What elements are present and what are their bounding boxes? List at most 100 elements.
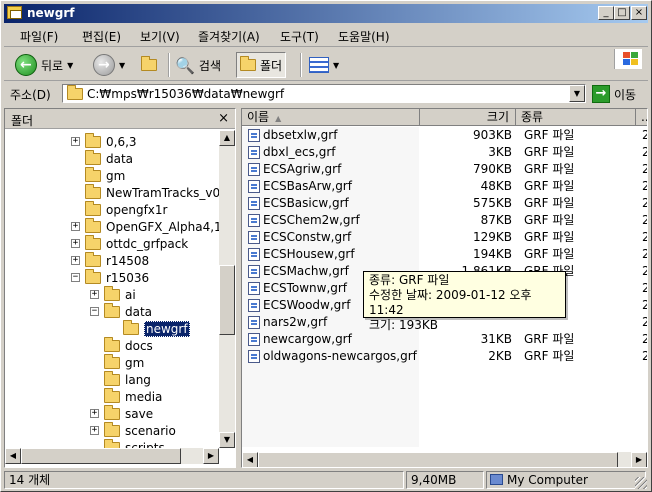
scroll-thumb[interactable] xyxy=(21,448,181,464)
expand-toggle[interactable]: − xyxy=(71,273,80,282)
tree-item[interactable]: − r15036 xyxy=(71,268,149,286)
scroll-right-icon[interactable]: ▶ xyxy=(203,448,219,464)
tree-item[interactable]: + ottdc_grfpack xyxy=(71,234,188,252)
folder-icon xyxy=(104,285,120,301)
menu-view[interactable]: 보기(V) xyxy=(140,28,180,45)
tree-item[interactable]: NewTramTracks_v0 xyxy=(85,183,219,201)
menu-file[interactable]: 파일(F) xyxy=(20,28,58,45)
file-name: newcargow,grf xyxy=(263,332,352,346)
file-row[interactable]: dbsetxlw,grf 903KB GRF 파일 2 xyxy=(242,127,647,144)
back-button[interactable]: ← 뒤로 ▼ xyxy=(12,52,76,78)
file-date: 2 xyxy=(642,297,647,314)
back-arrow-icon: ← xyxy=(15,54,37,76)
folder-pane-close-icon[interactable]: × xyxy=(218,111,229,126)
menu-tools[interactable]: 도구(T) xyxy=(280,28,319,45)
folder-icon xyxy=(85,149,101,165)
scroll-left-icon[interactable]: ◀ xyxy=(5,448,21,464)
file-row[interactable]: oldwagons-newcargos,grf 2KB GRF 파일 2 xyxy=(242,348,647,365)
scroll-thumb[interactable] xyxy=(219,265,235,335)
scroll-thumb[interactable] xyxy=(258,452,618,467)
tree-item[interactable]: gm xyxy=(104,353,144,371)
grf-file-icon xyxy=(248,299,260,312)
menu-edit[interactable]: 편집(E) xyxy=(82,28,121,45)
column-type[interactable]: 종류 xyxy=(516,109,636,126)
tree-item[interactable]: docs xyxy=(104,336,153,354)
resize-grip-icon[interactable] xyxy=(635,477,647,489)
folder-horizontal-scrollbar[interactable]: ◀ ▶ xyxy=(5,448,219,464)
expand-toggle[interactable]: + xyxy=(90,426,99,435)
scroll-left-icon[interactable]: ◀ xyxy=(242,452,258,467)
tree-item[interactable]: +0,6,3 xyxy=(71,132,137,150)
tree-item[interactable]: + ai xyxy=(90,285,136,303)
file-row[interactable]: ECSHousew,grf 194KB GRF 파일 2 xyxy=(242,246,647,263)
file-row[interactable]: ECSAgriw,grf 790KB GRF 파일 2 xyxy=(242,161,647,178)
expand-toggle[interactable]: + xyxy=(71,222,80,231)
address-label: 주소(D) xyxy=(10,88,51,102)
forward-dropdown-icon[interactable]: ▼ xyxy=(119,61,125,70)
views-icon xyxy=(309,57,329,73)
tree-item-label: 0,6,3 xyxy=(106,134,137,149)
folder-icon xyxy=(85,234,101,250)
tree-item[interactable]: + OpenGFX_Alpha4,1 xyxy=(71,217,219,235)
tree-item[interactable]: media xyxy=(104,387,162,405)
file-row[interactable]: dbxl_ecs,grf 3KB GRF 파일 2 xyxy=(242,144,647,161)
menu-help[interactable]: 도움말(H) xyxy=(338,28,390,45)
views-button[interactable]: ▼ xyxy=(306,52,342,78)
folders-button[interactable]: 폴더 xyxy=(236,52,287,78)
back-dropdown-icon[interactable]: ▼ xyxy=(67,61,73,70)
address-dropdown-icon[interactable]: ▼ xyxy=(569,85,585,102)
tree-item[interactable]: scripts xyxy=(104,438,165,448)
file-row[interactable]: ECSBasicw,grf 575KB GRF 파일 2 xyxy=(242,195,647,212)
folder-icon xyxy=(85,217,101,233)
tree-item[interactable]: data xyxy=(85,149,133,167)
tree-item[interactable]: lang xyxy=(104,370,151,388)
expand-toggle[interactable]: + xyxy=(90,409,99,418)
tree-item[interactable]: opengfx1r xyxy=(85,200,167,218)
tree-item-label: scenario xyxy=(125,423,176,438)
forward-button[interactable]: → ▼ xyxy=(90,52,128,78)
menu-favorites[interactable]: 즐겨찾기(A) xyxy=(198,28,260,45)
tooltip-modified: 수정한 날짜: 2009-01-12 오후 11:42 xyxy=(369,288,532,317)
tree-item[interactable]: + scenario xyxy=(90,421,176,439)
file-row[interactable]: newcargow,grf 31KB GRF 파일 2 xyxy=(242,331,647,348)
address-input[interactable]: C:₩mps₩r15036₩data₩newgrf ▼ xyxy=(62,84,586,103)
title-bar[interactable]: newgrf _ □ × xyxy=(4,4,648,23)
folder-vertical-scrollbar[interactable]: ▲ ▼ xyxy=(219,130,235,448)
folder-icon xyxy=(85,200,101,216)
up-folder-button[interactable] xyxy=(138,52,160,78)
file-type: GRF 파일 xyxy=(524,349,575,363)
close-button[interactable]: × xyxy=(631,6,647,20)
file-row[interactable]: ECSChem2w,grf 87KB GRF 파일 2 xyxy=(242,212,647,229)
scroll-down-icon[interactable]: ▼ xyxy=(219,432,235,448)
tree-item[interactable]: + save xyxy=(90,404,153,422)
tree-item[interactable]: + r14508 xyxy=(71,251,149,269)
expand-toggle[interactable]: − xyxy=(90,307,99,316)
expand-toggle[interactable]: + xyxy=(71,137,80,146)
column-name[interactable]: 이름 ▲ xyxy=(242,109,420,126)
grf-file-icon xyxy=(248,214,260,227)
tree-item[interactable]: gm xyxy=(85,166,125,184)
scroll-right-icon[interactable]: ▶ xyxy=(631,452,647,467)
folder-icon xyxy=(85,132,101,148)
list-horizontal-scrollbar[interactable]: ◀ ▶ xyxy=(242,452,647,467)
expand-toggle[interactable]: + xyxy=(71,256,80,265)
expand-toggle[interactable]: + xyxy=(71,239,80,248)
search-icon: 🔍 xyxy=(175,55,195,75)
minimize-button[interactable]: _ xyxy=(598,6,614,20)
file-row[interactable]: ECSBasArw,grf 48KB GRF 파일 2 xyxy=(242,178,647,195)
file-size: 48KB xyxy=(480,179,512,193)
tree-item-selected[interactable]: newgrf xyxy=(123,319,190,337)
go-button[interactable]: → 이동 xyxy=(592,84,636,104)
file-date: 2 xyxy=(642,246,647,263)
expand-toggle[interactable]: + xyxy=(90,290,99,299)
grf-file-icon xyxy=(248,333,260,346)
scroll-up-icon[interactable]: ▲ xyxy=(219,130,235,146)
search-button[interactable]: 🔍 검색 xyxy=(172,52,224,78)
tree-item-label: OpenGFX_Alpha4,1 xyxy=(106,219,219,234)
tree-item[interactable]: − data xyxy=(90,302,152,320)
maximize-button[interactable]: □ xyxy=(614,6,630,20)
column-modified[interactable]: ... xyxy=(636,109,647,126)
views-dropdown-icon[interactable]: ▼ xyxy=(333,61,339,70)
column-size[interactable]: 크기 xyxy=(420,109,516,126)
file-row[interactable]: ECSConstw,grf 129KB GRF 파일 2 xyxy=(242,229,647,246)
